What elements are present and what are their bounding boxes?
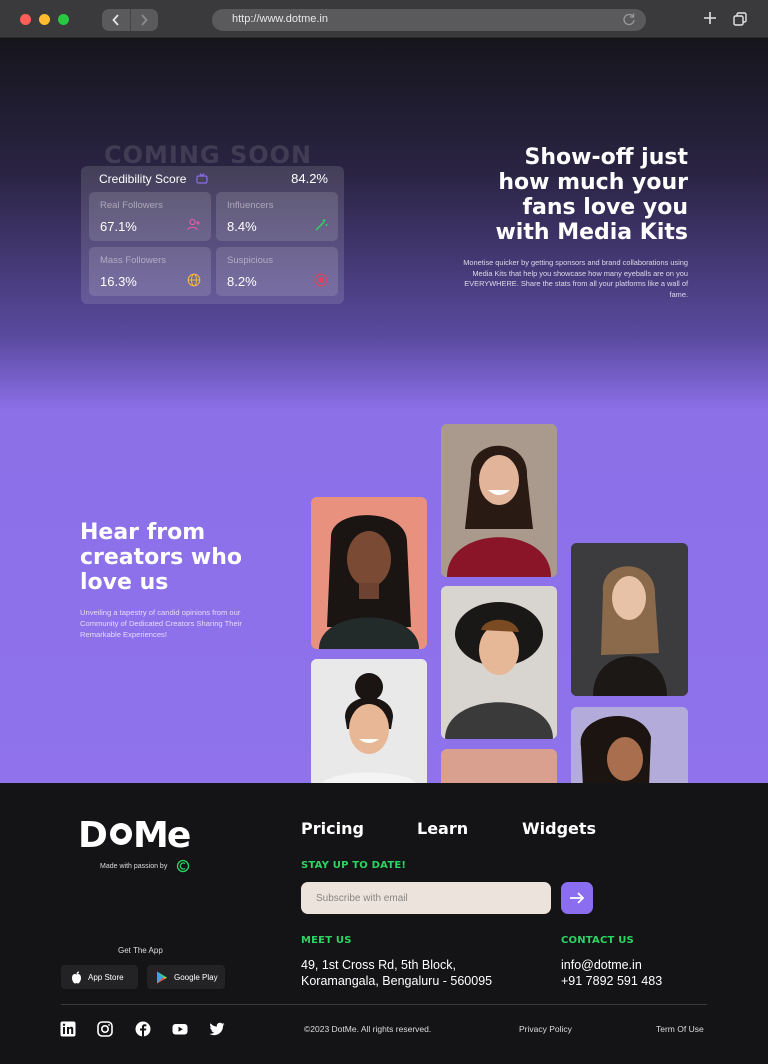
creator-photo [441, 749, 557, 783]
tab-overview-icon[interactable] [733, 12, 747, 26]
stat-value: 8.4% [227, 219, 257, 234]
address: 49, 1st Cross Rd, 5th Block, Koramangala… [301, 957, 492, 989]
google-play-label: Google Play [174, 972, 218, 982]
testimonials-description: Unveiling a tapestry of candid opinions … [80, 608, 242, 639]
stay-up-heading: STAY UP TO DATE! [301, 860, 407, 871]
stat-label: Suspicious [227, 255, 273, 266]
subscribe-email-input[interactable] [301, 882, 551, 914]
get-app-label: Get The App [118, 946, 163, 955]
copyright-text: ©2023 DotMe. All rights reserved. [304, 1024, 432, 1034]
stop-icon [314, 273, 328, 287]
dotme-logo[interactable]: D Me [78, 814, 212, 854]
subscribe-submit-button[interactable] [561, 882, 593, 914]
nav-learn[interactable]: Learn [417, 819, 468, 838]
privacy-policy-link[interactable]: Privacy Policy [519, 1024, 572, 1034]
app-store-label: App Store [88, 972, 124, 982]
facebook-icon[interactable] [135, 1021, 151, 1037]
new-tab-icon[interactable] [703, 11, 717, 25]
credibility-card: Credibility Score 84.2% Real Followers 6… [81, 166, 344, 304]
nav-pricing[interactable]: Pricing [301, 819, 364, 838]
stat-label: Mass Followers [100, 255, 166, 266]
svg-text:Me: Me [133, 815, 190, 854]
reload-icon[interactable] [622, 12, 636, 26]
google-play-button[interactable]: Google Play [147, 965, 225, 989]
credibility-title: Credibility Score [99, 172, 187, 186]
address-bar[interactable]: http://www.dotme.in [212, 9, 646, 31]
history-nav [102, 9, 158, 31]
creator-photo [571, 543, 688, 696]
forward-button[interactable] [129, 9, 159, 31]
app-store-button[interactable]: App Store [61, 965, 138, 989]
stat-tile-suspicious: Suspicious 8.2% [216, 247, 338, 296]
made-with-label: Made with passion by [100, 863, 168, 870]
brand-mark-icon [176, 859, 190, 873]
tv-icon [196, 173, 208, 184]
svg-text:D: D [78, 815, 106, 854]
url-text: http://www.dotme.in [232, 13, 328, 25]
stat-value: 16.3% [100, 274, 137, 289]
stat-tile-influencers: Influencers 8.4% [216, 192, 338, 241]
browser-toolbar: http://www.dotme.in [0, 0, 768, 38]
credibility-score: 84.2% [291, 171, 328, 186]
chevron-left-icon [112, 14, 119, 26]
creator-photo [441, 586, 557, 739]
meet-us-heading: MEET US [301, 935, 352, 946]
testimonials-title: Hear from creators who love us [80, 520, 242, 595]
nav-widgets[interactable]: Widgets [522, 819, 596, 838]
twitter-icon[interactable] [209, 1021, 225, 1037]
creator-photo [311, 497, 427, 649]
creator-photo [311, 659, 427, 783]
stat-tile-real-followers: Real Followers 67.1% [89, 192, 211, 241]
hero-section: COMING SOON Credibility Score 84.2% Real… [0, 39, 768, 783]
google-play-icon [157, 971, 167, 983]
stat-tile-mass-followers: Mass Followers 16.3% [89, 247, 211, 296]
globe-icon [187, 273, 201, 287]
address-line-1: 49, 1st Cross Rd, 5th Block, [301, 958, 456, 972]
close-window-button[interactable] [20, 14, 31, 25]
minimize-window-button[interactable] [39, 14, 50, 25]
footer-divider [61, 1004, 707, 1005]
stat-label: Real Followers [100, 200, 163, 211]
footer: D Me Made with passion by Get The App Ap… [0, 783, 768, 1064]
stat-value: 8.2% [227, 274, 257, 289]
hero-description: Monetise quicker by getting sponsors and… [463, 258, 688, 299]
stat-value: 67.1% [100, 219, 137, 234]
apple-icon [72, 971, 81, 983]
arrow-right-icon [570, 892, 585, 904]
chevron-right-icon [141, 14, 148, 26]
instagram-icon[interactable] [97, 1021, 113, 1037]
address-line-2: Koramangala, Bengaluru - 560095 [301, 974, 493, 988]
coming-soon-label: COMING SOON [104, 141, 313, 169]
youtube-icon[interactable] [172, 1021, 188, 1037]
stat-label: Influencers [227, 200, 274, 211]
terms-of-use-link[interactable]: Term Of Use [656, 1024, 704, 1034]
contact-us-heading: CONTACT US [561, 935, 634, 946]
creator-photo [441, 424, 557, 577]
linkedin-icon[interactable] [60, 1021, 76, 1037]
hero-title: Show-off just how much your fans love yo… [495, 145, 688, 245]
user-plus-icon [187, 218, 200, 231]
contact-email[interactable]: info@dotme.in [561, 957, 662, 973]
back-button[interactable] [102, 9, 130, 31]
contact-phone[interactable]: +91 7892 591 483 [561, 973, 662, 989]
contact-info: info@dotme.in +91 7892 591 483 [561, 957, 662, 989]
maximize-window-button[interactable] [58, 14, 69, 25]
magic-wand-icon [315, 219, 328, 231]
creator-photo [571, 707, 688, 783]
